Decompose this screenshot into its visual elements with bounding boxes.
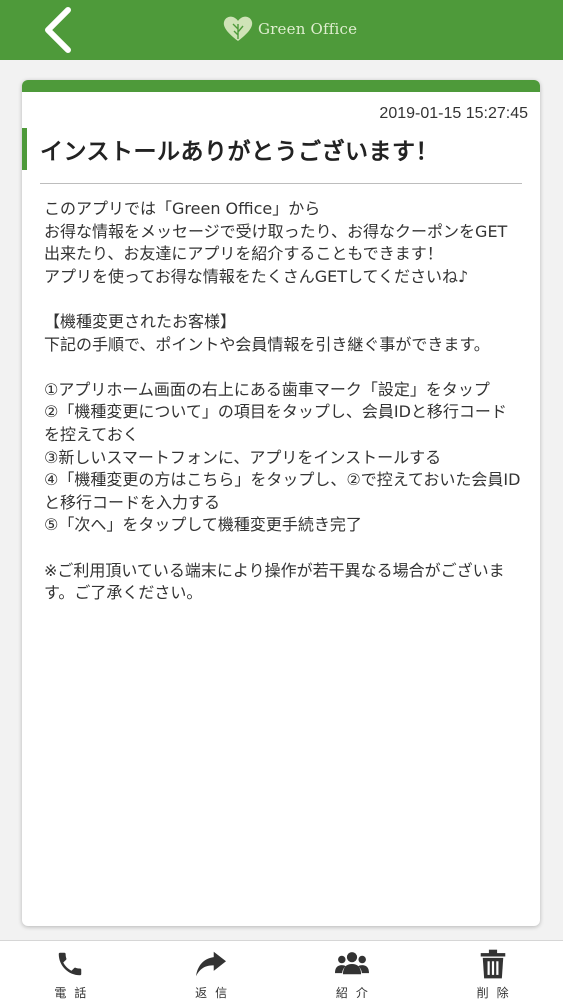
- heart-leaf-icon: [223, 16, 253, 41]
- nav-phone-label: 電話: [54, 986, 95, 1000]
- logo-text: Green Office: [258, 20, 358, 38]
- message-card: 2019-01-15 15:27:45 インストールありがとうございます！ この…: [22, 80, 540, 926]
- nav-introduce-button[interactable]: 紹介: [282, 941, 423, 1001]
- title-accent-bar: [22, 128, 27, 170]
- body-paragraph-device-change: 【機種変更されたお客様】 下記の手順で、ポイントや会員情報を引き継ぐ事ができます…: [44, 311, 490, 354]
- message-body: このアプリでは「Green Office」から お得な情報をメッセージで受け取っ…: [44, 198, 522, 605]
- bottom-nav: 電話 返信 紹介 削除: [0, 940, 563, 1001]
- nav-delete-label: 削除: [476, 986, 517, 1000]
- message-timestamp: 2019-01-15 15:27:45: [379, 105, 528, 122]
- back-button[interactable]: [32, 4, 84, 56]
- nav-introduce-label: 紹介: [335, 986, 376, 1000]
- trash-icon: [480, 949, 505, 978]
- nav-reply-button[interactable]: 返信: [141, 941, 282, 1001]
- users-icon: [334, 951, 369, 974]
- nav-delete-button[interactable]: 削除: [422, 941, 563, 1001]
- card-accent-bar: [22, 80, 540, 92]
- phone-icon: [59, 952, 82, 975]
- app-logo: Green Office: [222, 14, 357, 44]
- app-header: Green Office: [0, 0, 563, 60]
- body-paragraph-steps: ①アプリホーム画面の右上にある歯車マーク「設定」をタップ ②「機種変更について」…: [44, 379, 521, 535]
- body-paragraph-intro: このアプリでは「Green Office」から お得な情報をメッセージで受け取っ…: [44, 199, 508, 286]
- message-title-block: インストールありがとうございます！: [22, 128, 540, 170]
- body-paragraph-note: ※ご利用頂いている端末により操作が若干異なる場合がございます。ご了承ください。: [44, 560, 505, 603]
- nav-phone-button[interactable]: 電話: [0, 941, 141, 1001]
- message-title: インストールありがとうございます！: [40, 139, 440, 165]
- reply-icon: [196, 951, 227, 976]
- nav-reply-label: 返信: [195, 986, 236, 1000]
- chevron-left-icon: [45, 7, 71, 53]
- title-divider: [40, 183, 522, 184]
